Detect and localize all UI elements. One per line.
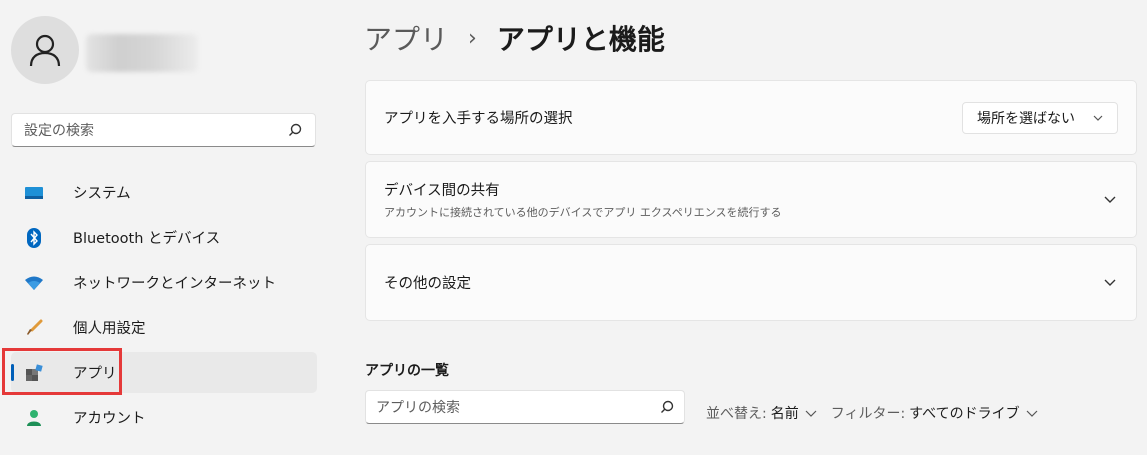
install-source-title: アプリを入手する場所の選択 — [384, 111, 573, 127]
install-source-dropdown[interactable]: 場所を選ばない — [962, 101, 1118, 134]
sidebar-item-label: 個人用設定 — [73, 321, 146, 337]
breadcrumb-parent[interactable]: アプリ — [364, 18, 448, 58]
sidebar-item-label: Bluetooth とデバイス — [73, 231, 221, 247]
sort-dropdown[interactable]: 並べ替え: 名前 — [706, 403, 817, 423]
share-subtitle: アカウントに接続されている他のデバイスでアプリ エクスペリエンスを続行する — [384, 206, 782, 219]
sidebar-item-bluetooth[interactable]: Bluetooth とデバイス — [11, 217, 317, 258]
wifi-icon — [23, 272, 45, 294]
chevron-down-icon — [1093, 115, 1103, 121]
filter-label: フィルター: — [830, 406, 906, 422]
share-title: デバイス間の共有 — [384, 183, 500, 199]
page-title: アプリと機能 — [496, 23, 665, 56]
account-icon — [23, 407, 45, 429]
sidebar-item-label: ネットワークとインターネット — [73, 276, 276, 292]
install-source-card: アプリを入手する場所の選択 場所を選ばない — [365, 80, 1137, 155]
sort-value: 名前 — [770, 406, 799, 422]
breadcrumb: アプリ › アプリと機能 — [364, 16, 665, 60]
install-source-value: 場所を選ばない — [977, 110, 1075, 127]
highlight-annotation — [2, 348, 122, 395]
person-icon — [29, 34, 61, 67]
app-search-placeholder: アプリの検索 — [376, 400, 460, 416]
sidebar-item-network[interactable]: ネットワークとインターネット — [11, 262, 317, 303]
chevron-down-icon — [805, 410, 817, 417]
share-across-devices-card[interactable]: デバイス間の共有 アカウントに接続されている他のデバイスでアプリ エクスペリエン… — [365, 161, 1137, 238]
sidebar-item-system[interactable]: システム — [11, 172, 317, 213]
search-icon[interactable] — [660, 400, 674, 414]
sort-label: 並べ替え: — [706, 406, 767, 422]
sidebar-nav: システム Bluetooth とデバイス ネットワークとインターネット 個人用設… — [11, 172, 317, 442]
sort-filter-bar: 並べ替え: 名前 フィルター: すべてのドライブ — [706, 403, 1038, 423]
app-search-input[interactable]: アプリの検索 — [365, 390, 685, 424]
breadcrumb-separator: › — [468, 25, 477, 51]
chevron-down-icon[interactable] — [1102, 192, 1118, 208]
chevron-down-icon[interactable] — [1102, 275, 1118, 291]
username-redacted — [86, 34, 198, 72]
avatar[interactable] — [11, 16, 79, 84]
sidebar-item-label: システム — [73, 186, 131, 202]
app-list-heading: アプリの一覧 — [365, 363, 449, 379]
settings-search-input[interactable]: 設定の検索 — [11, 113, 316, 147]
filter-value: すべてのドライブ — [909, 406, 1020, 422]
sidebar-item-label: アカウント — [73, 411, 146, 427]
bluetooth-icon — [23, 227, 45, 249]
search-icon[interactable] — [287, 122, 303, 138]
chevron-down-icon — [1026, 410, 1038, 417]
settings-search-placeholder: 設定の検索 — [24, 123, 94, 139]
system-icon — [23, 182, 45, 204]
brush-icon — [23, 317, 45, 339]
sidebar-item-accounts[interactable]: アカウント — [11, 397, 317, 438]
sidebar-item-personalization[interactable]: 個人用設定 — [11, 307, 317, 348]
other-settings-title: その他の設定 — [384, 276, 471, 292]
other-settings-card[interactable]: その他の設定 — [365, 244, 1137, 321]
filter-dropdown[interactable]: フィルター: すべてのドライブ — [831, 403, 1038, 423]
